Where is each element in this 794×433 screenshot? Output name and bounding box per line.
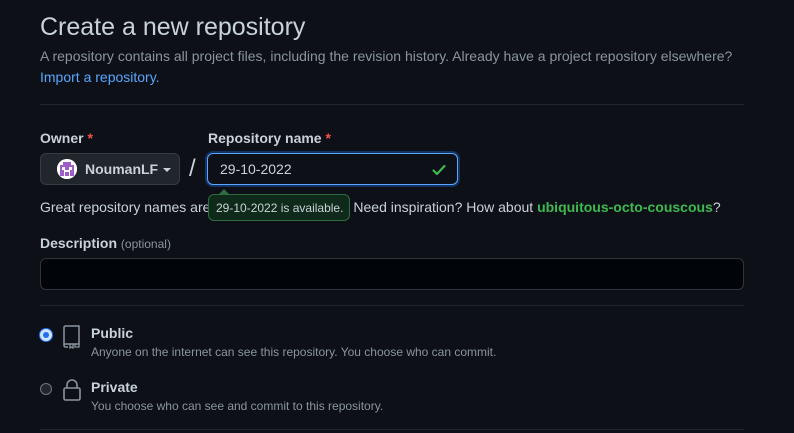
avatar (57, 159, 77, 179)
repository-name-field (207, 153, 458, 185)
divider (40, 104, 744, 105)
page-title: Create a new repository (40, 13, 306, 41)
visibility-public-title: Public (91, 325, 134, 341)
create-repository-page: Create a new repository A repository con… (0, 0, 794, 433)
availability-tooltip-text: 29-10-2022 is available. (216, 201, 344, 215)
visibility-public-desc: Anyone on the internet can see this repo… (91, 345, 497, 359)
visibility-private-desc: You choose who can see and commit to thi… (91, 399, 384, 413)
description-label: Description (optional) (40, 235, 171, 251)
repository-name-label: Repository name * (208, 130, 331, 146)
divider (40, 305, 744, 306)
divider (40, 429, 744, 430)
owner-repo-separator: / (189, 155, 196, 182)
description-input[interactable] (40, 258, 744, 290)
optional-label: (optional) (120, 237, 171, 251)
page-subtitle: A repository contains all project files,… (40, 48, 733, 64)
required-mark: * (325, 130, 331, 146)
repo-icon (63, 325, 80, 349)
visibility-private-title: Private (91, 379, 138, 395)
chevron-down-icon (163, 168, 172, 172)
visibility-public-radio[interactable] (40, 329, 52, 341)
suggested-name-link[interactable]: ubiquitous-octo-couscous (537, 199, 713, 215)
repository-name-hint: Great repository names are Need inspirati… (40, 199, 721, 215)
owner-name: NoumanLF (85, 161, 159, 177)
identicon-icon (57, 159, 77, 179)
lock-icon (63, 379, 81, 401)
owner-label: Owner * (40, 130, 93, 146)
import-repository-link[interactable]: Import a repository. (40, 69, 160, 85)
visibility-private-radio[interactable] (40, 383, 52, 395)
repository-name-input[interactable] (208, 154, 430, 184)
owner-select-button[interactable]: NoumanLF (40, 153, 180, 185)
check-icon (432, 164, 446, 176)
required-mark: * (87, 130, 93, 146)
